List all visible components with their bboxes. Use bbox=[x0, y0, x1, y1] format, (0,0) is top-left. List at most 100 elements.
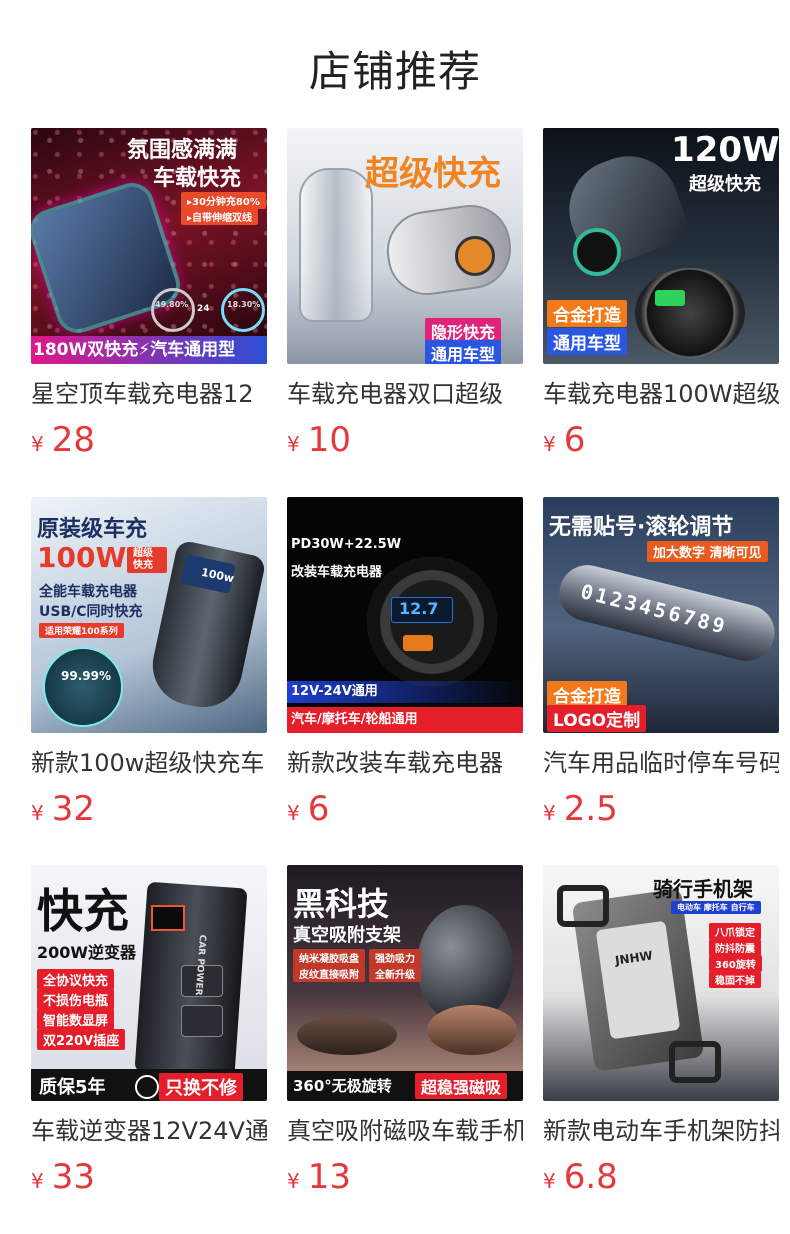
image-tag: ▸自带伸缩双线 bbox=[181, 208, 259, 225]
product-image[interactable]: 原装级车充 100W 超级快充 全能车载充电器 USB/C同时快充 适用荣耀10… bbox=[31, 497, 267, 733]
currency-symbol: ¥ bbox=[31, 432, 44, 456]
image-headline-2: 车载快充 bbox=[153, 166, 242, 191]
feature-tag: 防抖防震 bbox=[709, 939, 761, 956]
image-tag: 纳米凝胶吸盘 bbox=[293, 949, 365, 966]
shield-icon bbox=[135, 1075, 159, 1099]
product-card[interactable]: 黑科技 真空吸附支架 纳米凝胶吸盘 强劲吸力 皮纹直接吸附 全新升级 360°无… bbox=[287, 865, 523, 1201]
price-value: 32 bbox=[51, 789, 95, 829]
price-value: 33 bbox=[51, 1157, 95, 1197]
price-value: 6 bbox=[563, 420, 586, 460]
product-name[interactable]: 车载充电器100W超级 bbox=[543, 380, 779, 408]
product-name[interactable]: 新款100w超级快充车 bbox=[31, 749, 267, 777]
image-tag: 通用车型 bbox=[425, 340, 502, 364]
image-headline-2: 真空吸附支架 bbox=[293, 925, 401, 946]
product-image[interactable]: 0123456789 无需贴号·滚轮调节 加大数字 清晰可见 合金打造 LOGO… bbox=[543, 497, 779, 733]
image-tag: 适用荣耀100系列 bbox=[39, 623, 124, 638]
product-image[interactable]: 120W 超级快充 合金打造 通用车型 bbox=[543, 128, 779, 364]
image-headline-2: 100W bbox=[37, 541, 127, 574]
product-card[interactable]: 超级快充 隐形快充 通用车型 车载充电器双口超级 ¥10 bbox=[287, 128, 523, 464]
image-line: 全能车载充电器 bbox=[39, 584, 137, 600]
image-headline: 骑行手机架 bbox=[653, 877, 753, 901]
product-price: ¥13 bbox=[287, 1159, 523, 1201]
product-name[interactable]: 真空吸附磁吸车载手机 bbox=[287, 1117, 523, 1145]
image-headline-2: 电动车 摩托车 自行车 bbox=[671, 901, 761, 914]
image-banner: 超稳强磁吸 bbox=[415, 1073, 508, 1099]
image-headline-2: 改装车载充电器 bbox=[291, 565, 383, 580]
product-name[interactable]: 车载充电器双口超级 bbox=[287, 380, 523, 408]
image-tag: 皮纹直接吸附 bbox=[293, 965, 365, 982]
product-image[interactable]: 氛围感满满 车载快充 ▸30分钟充80% ▸自带伸缩双线 49.80% 24 1… bbox=[31, 128, 267, 364]
image-badge: 超级快充 bbox=[127, 547, 167, 573]
product-image[interactable]: 黑科技 真空吸附支架 纳米凝胶吸盘 强劲吸力 皮纹直接吸附 全新升级 360°无… bbox=[287, 865, 523, 1101]
image-tag: 通用车型 bbox=[547, 328, 627, 355]
voltage-display: 12.7 bbox=[399, 599, 439, 618]
image-tag: 强劲吸力 bbox=[369, 949, 421, 966]
product-price: ¥6 bbox=[287, 791, 523, 833]
price-value: 6 bbox=[307, 789, 330, 829]
image-headline: 黑科技 bbox=[293, 885, 390, 923]
section-title: 店铺推荐 bbox=[308, 47, 481, 96]
product-name[interactable]: 星空顶车载充电器12 bbox=[31, 380, 267, 408]
feature-tag: 360旋转 bbox=[709, 955, 762, 972]
feature-tag: 八爪锁定 bbox=[709, 923, 761, 940]
product-card[interactable]: 快充 200W逆变器 全协议快充 不损伤电瓶 智能数显屏 双220V插座 CAR… bbox=[31, 865, 267, 1201]
product-image[interactable]: JNHW 骑行手机架 电动车 摩托车 自行车 八爪锁定 防抖防震 360旋转 稳… bbox=[543, 865, 779, 1101]
product-price: ¥28 bbox=[31, 422, 267, 464]
product-image[interactable]: 快充 200W逆变器 全协议快充 不损伤电瓶 智能数显屏 双220V插座 CAR… bbox=[31, 865, 267, 1101]
currency-symbol: ¥ bbox=[287, 432, 300, 456]
image-headline: 120W bbox=[671, 130, 779, 170]
image-headline: 快充 bbox=[37, 884, 129, 938]
image-tag: 合金打造 bbox=[547, 681, 627, 708]
currency-symbol: ¥ bbox=[31, 1169, 44, 1193]
product-card[interactable]: 120W 超级快充 合金打造 通用车型 车载充电器100W超级 ¥6 bbox=[543, 128, 779, 464]
image-tag: LOGO定制 bbox=[547, 705, 647, 732]
product-card[interactable]: PD30W+22.5W 改装车载充电器 12.7 12V-24V通用 汽车/摩托… bbox=[287, 497, 523, 833]
price-value: 6.8 bbox=[563, 1157, 618, 1197]
currency-symbol: ¥ bbox=[287, 1169, 300, 1193]
price-value: 13 bbox=[307, 1157, 351, 1197]
image-headline: 超级快充 bbox=[365, 154, 501, 194]
image-tag: 合金打造 bbox=[547, 300, 627, 327]
product-name[interactable]: 新款电动车手机架防抖 bbox=[543, 1117, 779, 1145]
product-name[interactable]: 车载逆变器12V24V通 bbox=[31, 1117, 267, 1145]
gauge-label: 18.30% bbox=[227, 300, 261, 309]
image-headline-2: 200W逆变器 bbox=[37, 943, 137, 962]
image-tag: ▸30分钟充80% bbox=[181, 192, 266, 209]
image-headline-2: 超级快充 bbox=[689, 174, 761, 195]
image-headline: 原装级车充 bbox=[37, 517, 148, 542]
product-name[interactable]: 新款改装车载充电器 bbox=[287, 749, 523, 777]
image-tag: 全新升级 bbox=[369, 965, 421, 982]
feature-tag: 双220V插座 bbox=[37, 1029, 126, 1050]
product-price: ¥32 bbox=[31, 791, 267, 833]
product-image[interactable]: 超级快充 隐形快充 通用车型 bbox=[287, 128, 523, 364]
price-value: 2.5 bbox=[563, 789, 618, 829]
image-tag: 汽车/摩托车/轮船通用 bbox=[287, 707, 523, 733]
image-tag: 12V-24V通用 bbox=[287, 681, 523, 703]
product-card[interactable]: 氛围感满满 车载快充 ▸30分钟充80% ▸自带伸缩双线 49.80% 24 1… bbox=[31, 128, 267, 464]
battery-percent: 99.99% bbox=[61, 669, 111, 683]
product-price: ¥2.5 bbox=[543, 791, 779, 833]
product-price: ¥33 bbox=[31, 1159, 267, 1201]
feature-tag: 不损伤电瓶 bbox=[37, 989, 115, 1010]
image-banner: 360°无极旋转 bbox=[293, 1077, 392, 1095]
image-headline-2: 加大数字 清晰可见 bbox=[647, 541, 768, 562]
currency-symbol: ¥ bbox=[543, 432, 556, 456]
image-banner: 只换不修 bbox=[159, 1073, 243, 1101]
currency-symbol: ¥ bbox=[543, 801, 556, 825]
product-price: ¥10 bbox=[287, 422, 523, 464]
currency-symbol: ¥ bbox=[31, 801, 44, 825]
product-name[interactable]: 汽车用品临时停车号码 bbox=[543, 749, 779, 777]
image-line: USB/C同时快充 bbox=[39, 604, 143, 620]
feature-tag: 智能数显屏 bbox=[37, 1009, 115, 1030]
product-card[interactable]: JNHW 骑行手机架 电动车 摩托车 自行车 八爪锁定 防抖防震 360旋转 稳… bbox=[543, 865, 779, 1201]
gauge-label: 24 bbox=[197, 304, 210, 314]
product-card[interactable]: 0123456789 无需贴号·滚轮调节 加大数字 清晰可见 合金打造 LOGO… bbox=[543, 497, 779, 833]
product-image[interactable]: PD30W+22.5W 改装车载充电器 12.7 12V-24V通用 汽车/摩托… bbox=[287, 497, 523, 733]
image-banner: 质保5年 bbox=[39, 1077, 106, 1098]
feature-tag: 全协议快充 bbox=[37, 969, 115, 990]
product-price: ¥6.8 bbox=[543, 1159, 779, 1201]
image-headline: 无需贴号·滚轮调节 bbox=[549, 515, 734, 540]
price-value: 28 bbox=[51, 420, 95, 460]
currency-symbol: ¥ bbox=[287, 801, 300, 825]
product-card[interactable]: 原装级车充 100W 超级快充 全能车载充电器 USB/C同时快充 适用荣耀10… bbox=[31, 497, 267, 833]
